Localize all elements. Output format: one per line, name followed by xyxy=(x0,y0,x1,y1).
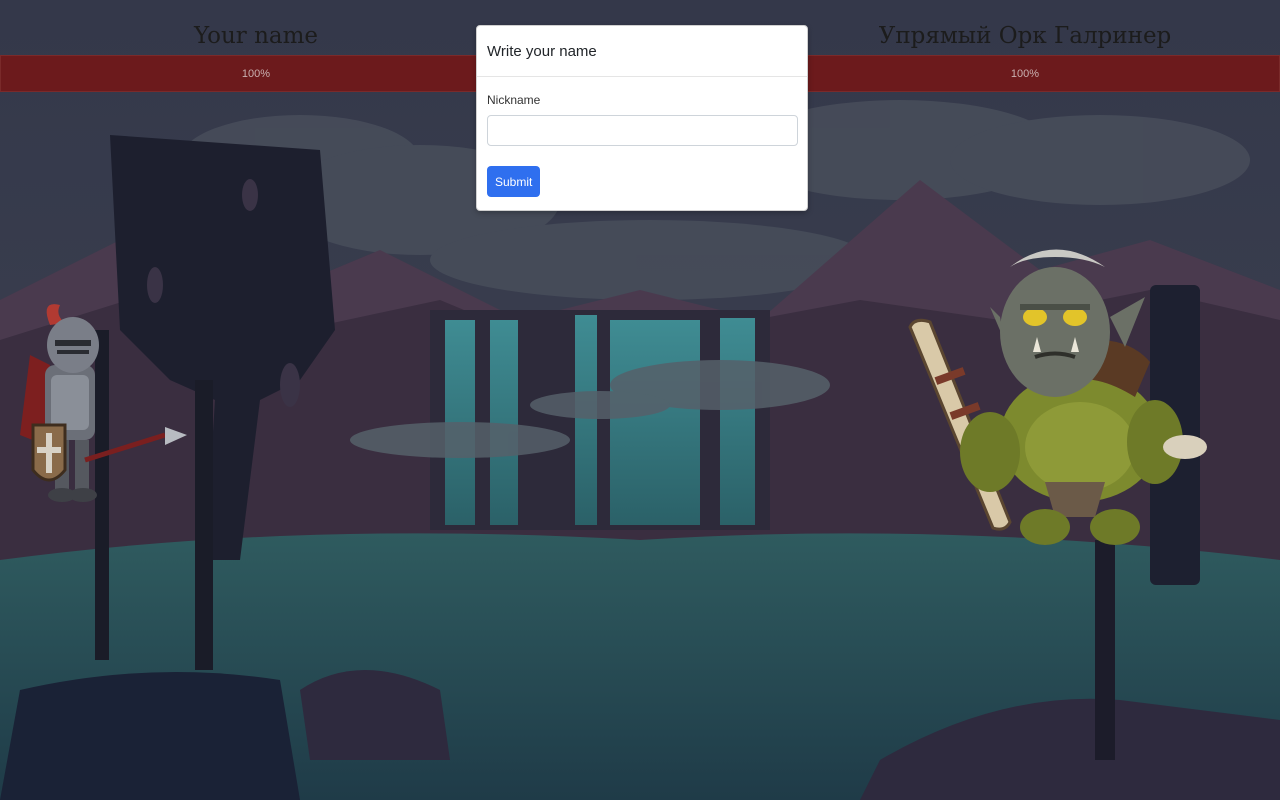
orc-icon xyxy=(908,249,1207,545)
dialog-title: Write your name xyxy=(487,42,597,60)
player-health-label: 100% xyxy=(241,68,271,80)
nickname-label: Nickname xyxy=(487,93,541,107)
dialog-header: Write your name xyxy=(477,26,807,77)
knight-icon xyxy=(20,304,187,502)
enemy-hud: Упрямый Орк Галринер 100% xyxy=(770,0,1280,92)
player-name: Your name xyxy=(193,23,319,49)
nickname-input[interactable] xyxy=(487,115,798,146)
name-dialog: Write your name Nickname Submit xyxy=(476,25,808,211)
submit-button[interactable]: Submit xyxy=(487,166,541,197)
player-hud: Your name 100% xyxy=(0,0,512,92)
enemy-health-bar: 100% xyxy=(770,55,1280,92)
dialog-body: Nickname Submit xyxy=(477,77,807,197)
enemy-name: Упрямый Орк Галринер xyxy=(878,23,1172,49)
enemy-health-label: 100% xyxy=(1010,68,1040,80)
player-health-bar: 100% xyxy=(0,55,512,92)
